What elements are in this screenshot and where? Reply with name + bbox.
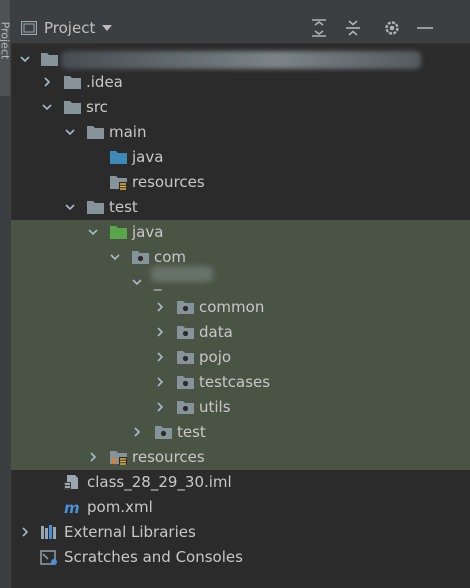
tree-item-label: utils — [199, 398, 231, 416]
package-icon — [154, 424, 173, 440]
tree-row-external-libraries[interactable]: External Libraries — [11, 520, 470, 545]
chevron-down-icon[interactable] — [41, 101, 53, 113]
package-icon — [176, 324, 195, 340]
tree-item-label: _ — [154, 273, 162, 291]
chevron-right-icon[interactable] — [131, 426, 143, 438]
collapse-all-icon — [346, 20, 360, 36]
tree-row-testcases[interactable]: testcases — [11, 370, 470, 395]
folder-icon — [63, 99, 82, 115]
settings-button[interactable] — [381, 17, 403, 39]
project-panel-header: Project — [11, 12, 470, 44]
package-icon — [176, 299, 195, 315]
tree-item-label: java — [132, 148, 164, 166]
test-resources-folder-icon — [109, 449, 128, 465]
package-icon — [176, 399, 195, 415]
maven-icon — [63, 499, 82, 515]
tree-item-label: testcases — [199, 373, 271, 391]
tree-item-label: resources — [132, 448, 205, 466]
project-tool-tab-label: Project — [0, 21, 12, 60]
chevron-right-icon[interactable] — [41, 76, 53, 88]
tree-row-main-resources[interactable]: resources — [11, 170, 470, 195]
tree-row-com[interactable]: com — [11, 245, 470, 270]
tree-item-label: class_28_29_30.iml — [87, 473, 232, 491]
tree-item-label: common — [199, 298, 265, 316]
tree-row-test-resources[interactable]: resources — [11, 445, 470, 470]
tree-row-data[interactable]: data — [11, 320, 470, 345]
package-icon — [176, 349, 195, 365]
libraries-icon — [40, 524, 59, 540]
tree-row-redacted-package[interactable]: _ — [11, 266, 470, 295]
folder-icon — [86, 124, 105, 140]
tree-row-utils[interactable]: utils — [11, 395, 470, 420]
tree-item-label: pojo — [199, 348, 232, 366]
expand-all-button[interactable] — [308, 17, 330, 39]
module-folder-icon — [40, 51, 59, 67]
dropdown-arrow-icon — [102, 25, 113, 31]
tree-item-label: data — [199, 323, 233, 341]
tree-row-scratches[interactable]: Scratches and Consoles — [11, 545, 470, 570]
chevron-right-icon[interactable] — [154, 351, 166, 363]
module-file-icon — [63, 474, 82, 490]
chevron-right-icon[interactable] — [154, 326, 166, 338]
tree-row-main[interactable]: main — [11, 120, 470, 145]
test-source-folder-icon — [109, 224, 128, 240]
expand-all-icon — [312, 19, 326, 37]
chevron-right-icon[interactable] — [19, 526, 31, 538]
source-folder-icon — [109, 149, 128, 165]
folder-icon — [86, 199, 105, 215]
tree-row-test-java[interactable]: java — [11, 220, 470, 245]
chevron-down-icon[interactable] — [19, 53, 31, 65]
chevron-right-icon[interactable] — [154, 301, 166, 313]
redacted-project-name — [61, 51, 421, 69]
project-window-icon — [21, 21, 37, 35]
project-tree[interactable]: .idea src main java resources test java … — [11, 45, 470, 588]
tree-item-label: test — [109, 198, 138, 216]
tree-row-test[interactable]: test — [11, 195, 470, 220]
tree-item-label: .idea — [86, 73, 123, 91]
tree-item-label: External Libraries — [64, 523, 196, 541]
tree-row-iml-file[interactable]: class_28_29_30.iml — [11, 470, 470, 495]
package-icon — [176, 374, 195, 390]
tree-item-label: Scratches and Consoles — [64, 548, 243, 566]
chevron-down-icon[interactable] — [131, 276, 143, 288]
tree-item-label: resources — [132, 173, 205, 191]
collapse-all-button[interactable] — [342, 17, 364, 39]
tree-row-project-root[interactable] — [11, 47, 470, 72]
chevron-down-icon[interactable] — [64, 201, 76, 213]
tree-row-src[interactable]: src — [11, 95, 470, 120]
tree-item-label: pom.xml — [87, 498, 153, 516]
scratches-icon — [40, 549, 59, 565]
project-view-selector[interactable]: Project — [21, 18, 113, 38]
tree-item-label: test — [177, 423, 206, 441]
tree-row-main-java[interactable]: java — [11, 145, 470, 170]
chevron-right-icon[interactable] — [154, 376, 166, 388]
tree-row-idea[interactable]: .idea — [11, 70, 470, 95]
tree-item-label: main — [109, 123, 147, 141]
title-edge — [11, 0, 470, 12]
project-view-title: Project — [44, 19, 96, 37]
tree-row-common[interactable]: common — [11, 295, 470, 320]
chevron-down-icon[interactable] — [64, 126, 76, 138]
chevron-down-icon[interactable] — [87, 226, 99, 238]
project-tool-tab[interactable]: Project — [0, 0, 12, 96]
chevron-down-icon[interactable] — [109, 251, 121, 263]
chevron-right-icon[interactable] — [154, 401, 166, 413]
chevron-right-icon[interactable] — [87, 451, 99, 463]
hide-panel-button[interactable] — [414, 17, 436, 39]
tree-item-label: src — [86, 98, 108, 116]
gear-icon — [385, 21, 399, 35]
resources-folder-icon — [109, 174, 128, 190]
tree-item-label: java — [132, 223, 164, 241]
tree-row-test-package[interactable]: test — [11, 420, 470, 445]
tree-row-pojo[interactable]: pojo — [11, 345, 470, 370]
minimize-icon — [417, 27, 433, 29]
folder-icon — [63, 74, 82, 90]
package-icon — [131, 249, 150, 265]
tree-row-pom-file[interactable]: pom.xml — [11, 495, 470, 520]
